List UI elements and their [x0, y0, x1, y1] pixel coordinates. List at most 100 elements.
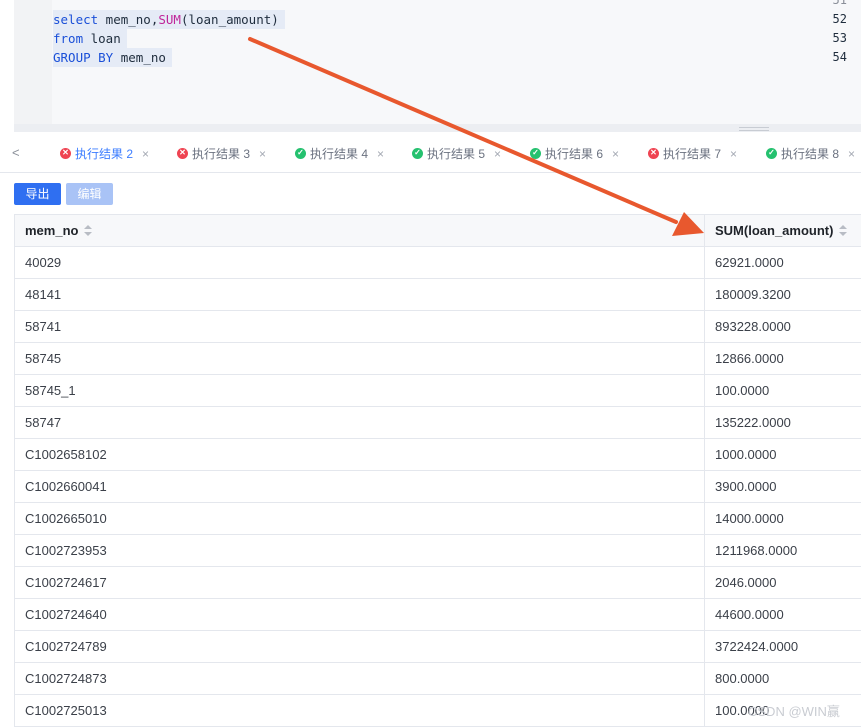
error-status-icon: ✕	[648, 148, 659, 159]
close-icon[interactable]: ×	[259, 147, 266, 161]
close-icon[interactable]: ×	[612, 147, 619, 161]
tabs-scroll-left-icon[interactable]: <	[12, 145, 20, 160]
cell-mem-no[interactable]: C1002725013	[15, 695, 705, 726]
cell-mem-no[interactable]: C1002724789	[15, 631, 705, 662]
tab-result-5[interactable]: ✓ 执行结果 5 ×	[412, 145, 501, 163]
cell-mem-no[interactable]: C1002724640	[15, 599, 705, 630]
cell-sum-loan-amount[interactable]: 100.0000	[705, 375, 861, 406]
splitter-grip-icon[interactable]	[739, 127, 769, 131]
cell-sum-loan-amount[interactable]: 14000.0000	[705, 503, 861, 534]
table-row[interactable]: C1002723953 1211968.0000	[15, 535, 861, 567]
watermark: CSDN @WIN赢	[748, 704, 840, 719]
tab-label: 执行结果 5	[427, 147, 486, 161]
code-line[interactable]: from loan	[53, 29, 127, 48]
sort-icon[interactable]	[839, 224, 848, 237]
cell-mem-no[interactable]: 48141	[15, 279, 705, 310]
cell-mem-no[interactable]: 58747	[15, 407, 705, 438]
cell-sum-loan-amount[interactable]: 12866.0000	[705, 343, 861, 374]
tab-result-6[interactable]: ✓ 执行结果 6 ×	[530, 145, 619, 163]
tab-result-7[interactable]: ✕ 执行结果 7 ×	[648, 145, 737, 163]
sql-editor[interactable]: 51 52 select mem_no,SUM(loan_amount) 53 from…	[14, 0, 861, 124]
sql-token: loan	[83, 31, 121, 46]
cell-sum-loan-amount[interactable]: 893228.0000	[705, 311, 861, 342]
edit-button[interactable]: 编辑	[66, 183, 113, 205]
tab-label: 执行结果 4	[310, 147, 369, 161]
close-icon[interactable]: ×	[377, 147, 384, 161]
tab-result-8[interactable]: ✓ 执行结果 8 ×	[766, 145, 855, 163]
cell-sum-loan-amount[interactable]: 135222.0000	[705, 407, 861, 438]
export-button[interactable]: 导出	[14, 183, 61, 205]
cell-mem-no[interactable]: C1002658102	[15, 439, 705, 470]
code-line[interactable]: select mem_no,SUM(loan_amount)	[53, 10, 285, 29]
line-number: 54	[832, 50, 847, 64]
error-status-icon: ✕	[177, 148, 188, 159]
cell-sum-loan-amount[interactable]: 1000.0000	[705, 439, 861, 470]
column-header-sum-loan-amount[interactable]: SUM(loan_amount)	[705, 215, 861, 246]
tab-label: 执行结果 7	[663, 147, 722, 161]
table-row[interactable]: C1002724873 800.0000	[15, 663, 861, 695]
code-line[interactable]: GROUP BY mem_no	[53, 48, 172, 67]
tab-label: 执行结果 2	[75, 147, 134, 161]
success-status-icon: ✓	[530, 148, 541, 159]
tab-label: 执行结果 3	[192, 147, 251, 161]
close-icon[interactable]: ×	[494, 147, 501, 161]
cell-sum-loan-amount[interactable]: 2046.0000	[705, 567, 861, 598]
cell-sum-loan-amount[interactable]: 62921.0000	[705, 247, 861, 278]
table-row[interactable]: 48141 180009.3200	[15, 279, 861, 311]
table-row[interactable]: 58745_1 100.0000	[15, 375, 861, 407]
column-header-label: mem_no	[25, 223, 79, 238]
close-icon[interactable]: ×	[142, 147, 149, 161]
pane-splitter[interactable]	[14, 124, 861, 132]
table-row[interactable]: C1002725013 100.0000	[15, 695, 861, 727]
success-status-icon: ✓	[766, 148, 777, 159]
column-header-label: SUM(loan_amount)	[715, 223, 834, 238]
cell-mem-no[interactable]: C1002724617	[15, 567, 705, 598]
cell-sum-loan-amount[interactable]: 44600.0000	[705, 599, 861, 630]
cell-mem-no[interactable]: 40029	[15, 247, 705, 278]
tab-result-2[interactable]: ✕ 执行结果 2 ×	[60, 145, 149, 163]
table-row[interactable]: 40029 62921.0000	[15, 247, 861, 279]
table-row[interactable]: 58741 893228.0000	[15, 311, 861, 343]
line-number: 51	[832, 0, 847, 7]
cell-sum-loan-amount[interactable]: 180009.3200	[705, 279, 861, 310]
tab-label: 执行结果 6	[545, 147, 604, 161]
close-icon[interactable]: ×	[730, 147, 737, 161]
cell-sum-loan-amount[interactable]: 1211968.0000	[705, 535, 861, 566]
success-status-icon: ✓	[295, 148, 306, 159]
tab-result-3[interactable]: ✕ 执行结果 3 ×	[177, 145, 266, 163]
cell-mem-no[interactable]: C1002660041	[15, 471, 705, 502]
table-row[interactable]: 58745 12866.0000	[15, 343, 861, 375]
sql-keyword: from	[53, 31, 84, 46]
table-row[interactable]: C1002724789 3722424.0000	[15, 631, 861, 663]
cell-mem-no[interactable]: C1002723953	[15, 535, 705, 566]
cell-mem-no[interactable]: C1002724873	[15, 663, 705, 694]
success-status-icon: ✓	[412, 148, 423, 159]
table-row[interactable]: C1002658102 1000.0000	[15, 439, 861, 471]
table-row[interactable]: C1002665010 14000.0000	[15, 503, 861, 535]
sql-function: SUM	[158, 12, 181, 27]
cell-sum-loan-amount[interactable]: 3722424.0000	[705, 631, 861, 662]
cell-mem-no[interactable]: 58741	[15, 311, 705, 342]
table-row[interactable]: C1002724617 2046.0000	[15, 567, 861, 599]
tab-label: 执行结果 8	[781, 147, 840, 161]
sql-token: mem_no,	[98, 12, 159, 27]
error-status-icon: ✕	[60, 148, 71, 159]
sql-keyword: select	[53, 12, 99, 27]
result-tabs: < ✕ 执行结果 2 × ✕ 执行结果 3 × ✓ 执行结果 4 × ✓ 执行结果 5 × ✓ 执行结果 …	[0, 136, 861, 173]
cell-mem-no[interactable]: 58745	[15, 343, 705, 374]
cell-sum-loan-amount[interactable]: 3900.0000	[705, 471, 861, 502]
close-icon[interactable]: ×	[848, 147, 855, 161]
table-row[interactable]: C1002724640 44600.0000	[15, 599, 861, 631]
sort-icon[interactable]	[84, 224, 93, 237]
cell-mem-no[interactable]: C1002665010	[15, 503, 705, 534]
sql-token: mem_no	[113, 50, 166, 65]
cell-sum-loan-amount[interactable]: 800.0000	[705, 663, 861, 694]
sql-token: (loan_amount)	[180, 12, 279, 27]
table-row[interactable]: 58747 135222.0000	[15, 407, 861, 439]
tab-result-4[interactable]: ✓ 执行结果 4 ×	[295, 145, 384, 163]
column-header-mem-no[interactable]: mem_no	[15, 215, 705, 246]
cell-mem-no[interactable]: 58745_1	[15, 375, 705, 406]
line-number-gutter	[14, 0, 52, 124]
result-table: mem_no SUM(loan_amount) 40029 62921.0000 4…	[14, 214, 861, 727]
table-row[interactable]: C1002660041 3900.0000	[15, 471, 861, 503]
